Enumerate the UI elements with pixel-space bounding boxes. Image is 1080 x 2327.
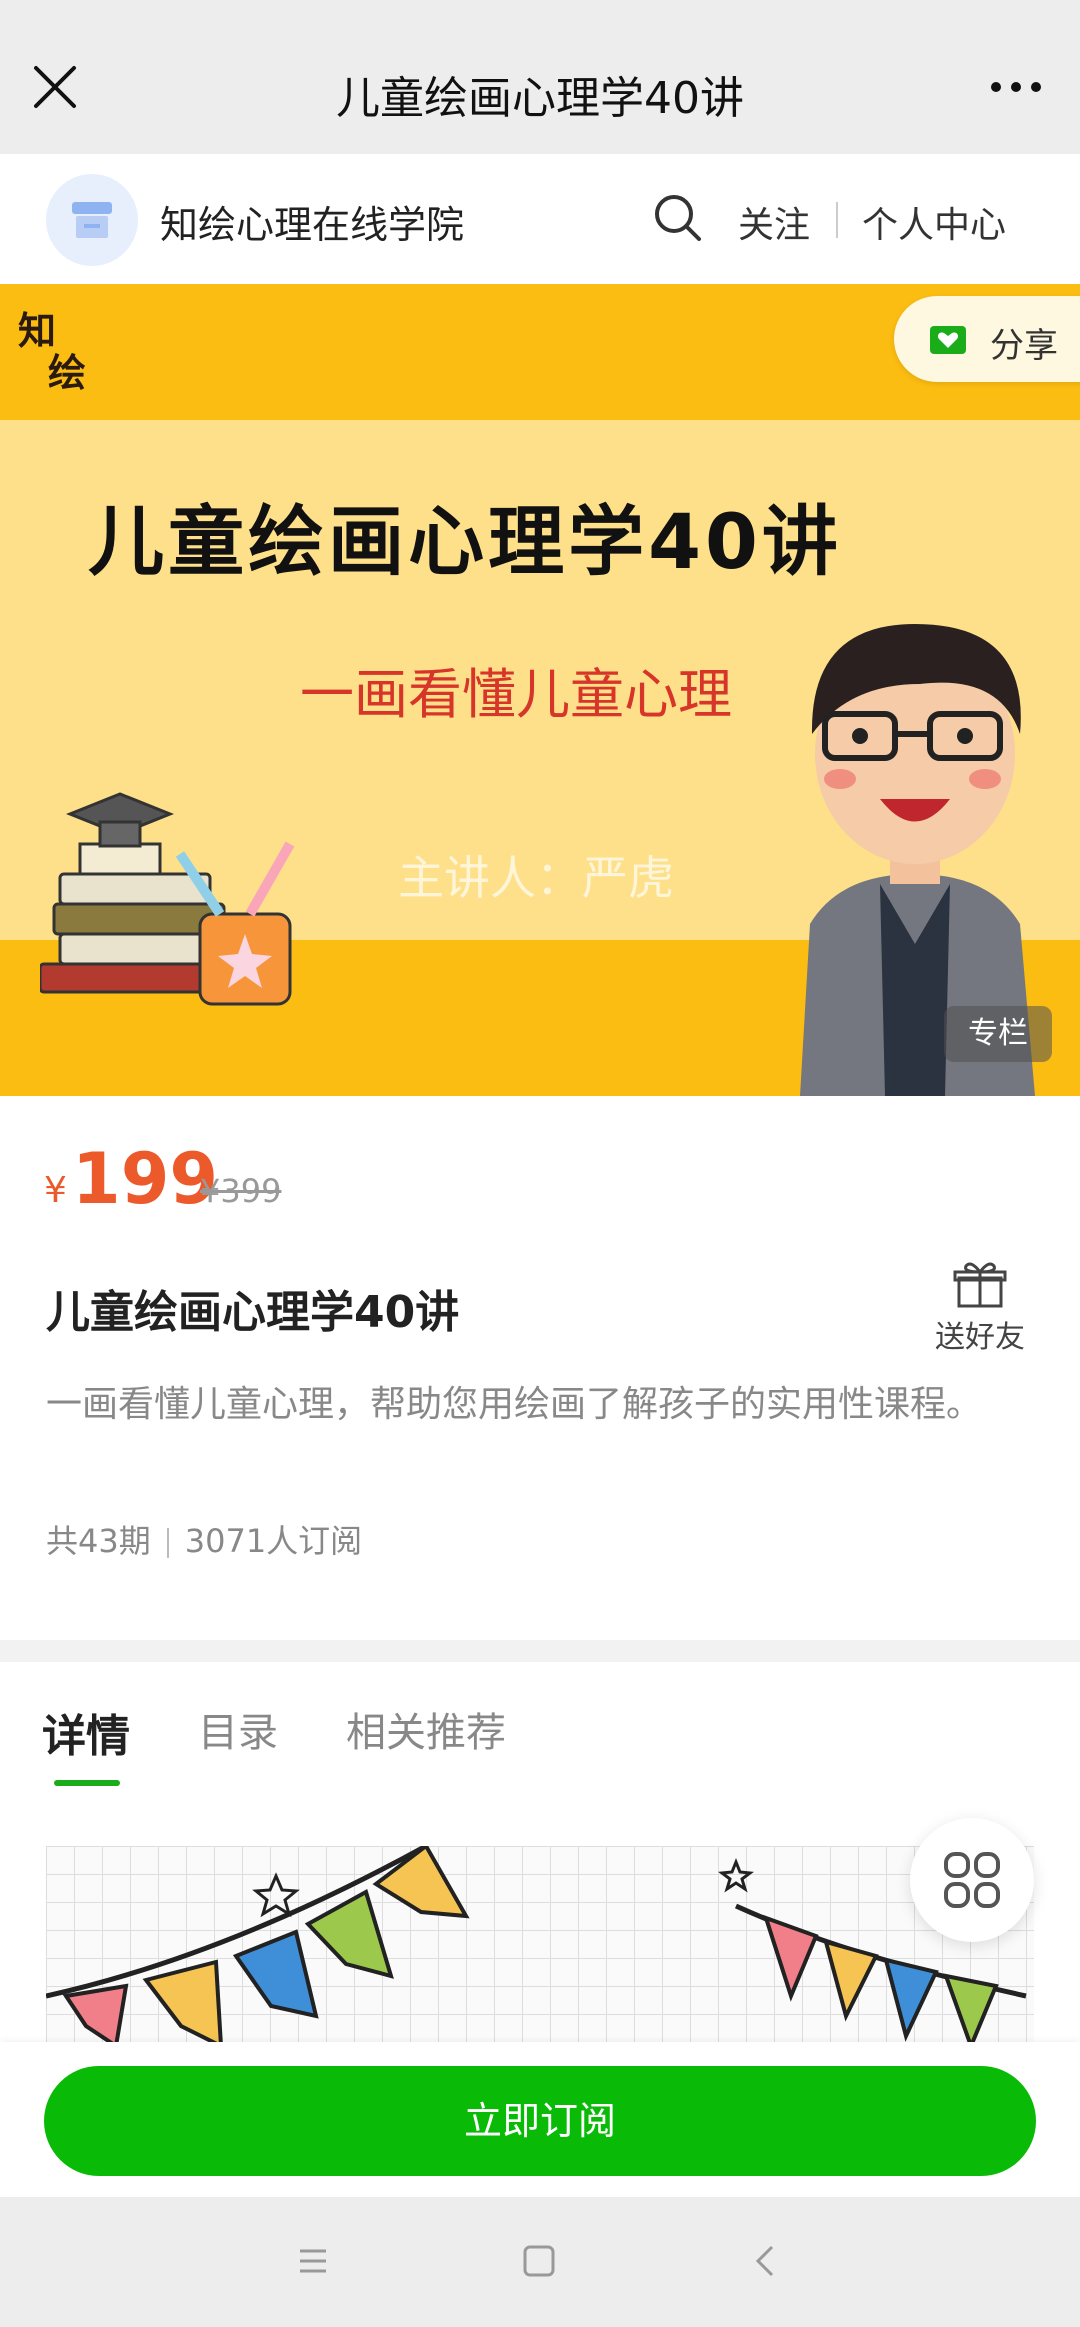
divider — [836, 202, 838, 238]
brand-logo: 知 绘 — [18, 308, 87, 395]
search-icon[interactable] — [652, 192, 704, 244]
follow-button[interactable]: 关注 — [738, 196, 810, 248]
price: 199 — [72, 1138, 219, 1220]
title-bar: 儿童绘画心理学40讲 — [0, 0, 1080, 154]
bottom-action-bar: 立即订阅 — [0, 2042, 1080, 2197]
subscriber-count: 3071人订阅 — [184, 1522, 363, 1560]
share-button[interactable]: 分享 — [894, 296, 1080, 382]
shop-header: 知绘心理在线学院 关注 个人中心 — [0, 154, 1080, 284]
course-title: 儿童绘画心理学40讲 — [46, 1287, 460, 1338]
active-tab-indicator — [54, 1780, 120, 1786]
subscribe-button[interactable]: 立即订阅 — [44, 2066, 1036, 2176]
tab-recommendations[interactable]: 相关推荐 — [346, 1700, 506, 1758]
tab-details[interactable]: 详情 — [42, 1700, 130, 1764]
course-description: 一画看懂儿童心理，帮助您用绘画了解孩子的实用性课程。 — [46, 1384, 983, 1425]
bunting-illustration — [46, 1846, 1027, 2042]
gift-icon — [953, 1262, 1007, 1308]
floating-menu-button[interactable] — [910, 1818, 1034, 1942]
course-banner: 知 绘 分享 儿童绘画心理学40讲 一画看懂儿童心理 主讲人：严虎 专栏 — [0, 284, 1080, 1096]
column-tag: 专栏 — [944, 1006, 1052, 1062]
grid-menu-icon — [944, 1852, 1000, 1908]
banner-title: 儿童绘画心理学40讲 — [88, 497, 842, 586]
episode-count: 共43期 — [46, 1522, 151, 1560]
content-tabs: 详情 目录 相关推荐 — [0, 1662, 1080, 1792]
banner-lecturer: 主讲人：严虎 — [398, 851, 674, 905]
gift-to-friend-button[interactable]: 送好友 — [930, 1260, 1030, 1356]
share-icon — [930, 326, 966, 354]
more-icon[interactable] — [986, 72, 1046, 102]
books-illustration — [40, 792, 295, 1006]
shop-avatar[interactable] — [46, 174, 138, 266]
original-price: ¥399 — [200, 1172, 282, 1210]
personal-center-link[interactable]: 个人中心 — [862, 196, 1006, 248]
detail-content — [0, 1792, 1080, 2042]
menu-nav-icon[interactable] — [298, 2241, 328, 2281]
currency-symbol: ¥ — [44, 1170, 67, 1211]
banner-subtitle: 一画看懂儿童心理 — [300, 663, 732, 726]
home-nav-icon[interactable] — [522, 2241, 556, 2281]
course-meta: 共43期 3071人订阅 — [46, 1516, 362, 1562]
system-nav-bar — [0, 2197, 1080, 2327]
product-info: ¥ 199 ¥399 儿童绘画心理学40讲 送好友 一画看懂儿童心理，帮助您用绘… — [0, 1096, 1080, 1640]
tab-catalog[interactable]: 目录 — [198, 1700, 278, 1758]
shop-name[interactable]: 知绘心理在线学院 — [160, 194, 464, 249]
store-icon — [72, 202, 112, 238]
page-title: 儿童绘画心理学40讲 — [336, 73, 744, 124]
back-nav-icon[interactable] — [752, 2241, 778, 2281]
